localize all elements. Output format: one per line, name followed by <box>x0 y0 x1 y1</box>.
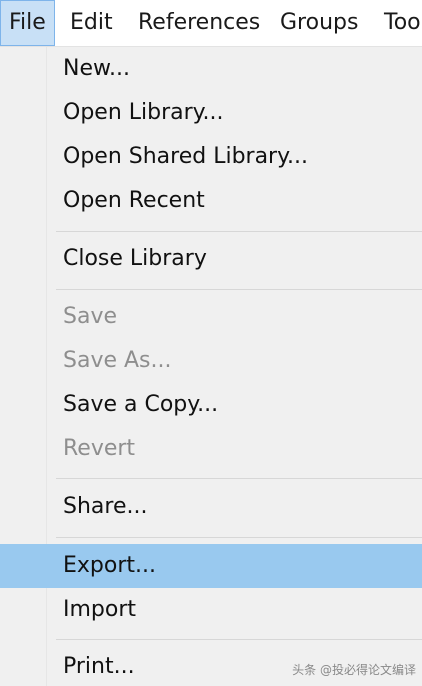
menu-separator <box>56 639 422 640</box>
menu-groups[interactable]: Groups <box>272 0 366 46</box>
menu-references[interactable]: References <box>130 0 268 46</box>
menu-item-share[interactable]: Share... <box>0 485 422 529</box>
file-menu-dropdown: New... Open Library... Open Shared Libra… <box>0 47 422 686</box>
menu-edit[interactable]: Edit <box>62 0 121 46</box>
menu-item-save: Save <box>63 304 118 329</box>
menu-separator <box>56 231 422 232</box>
menu-separator <box>56 289 422 290</box>
menu-item-save-as: Save As... <box>63 348 172 373</box>
menu-item-new[interactable]: New... <box>0 47 422 91</box>
menu-file[interactable]: File <box>0 0 55 46</box>
menu-separator <box>56 478 422 479</box>
watermark: 头条 @投必得论文编译 <box>292 663 416 677</box>
menu-item-export[interactable]: Export... <box>0 544 422 588</box>
menu-item-open-recent[interactable]: Open Recent <box>0 179 422 223</box>
menu-tools[interactable]: Too <box>376 0 422 46</box>
menu-item-close-library[interactable]: Close Library <box>0 237 422 281</box>
menu-item-revert: Revert <box>63 436 136 461</box>
menu-item-save-a-copy[interactable]: Save a Copy... <box>0 383 422 427</box>
menu-separator <box>56 537 422 538</box>
menu-bar: File Edit References Groups Too <box>0 0 422 47</box>
menu-item-import[interactable]: Import <box>0 588 422 632</box>
menu-item-open-library[interactable]: Open Library... <box>0 91 422 135</box>
menu-item-open-shared-library[interactable]: Open Shared Library... <box>0 135 422 179</box>
